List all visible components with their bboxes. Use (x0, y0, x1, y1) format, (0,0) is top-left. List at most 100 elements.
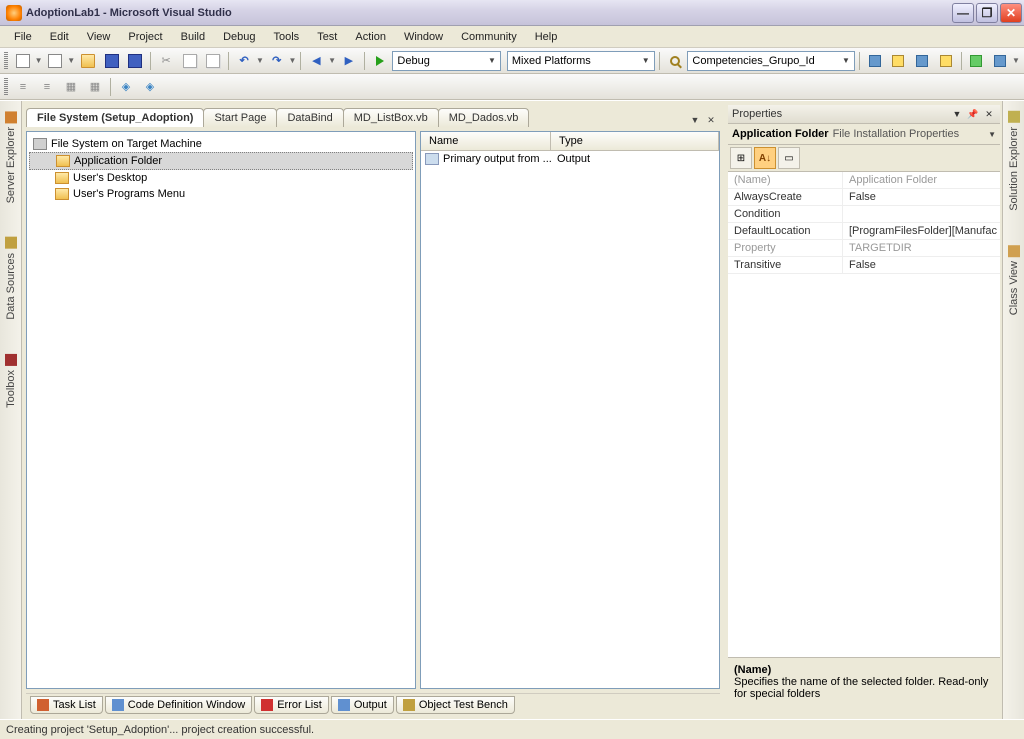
toolbar-main: ▼ ▼ ✂ ↶▼ ↷▼ ◀▼ ▶ Debug ▼ Mixed Platforms… (0, 48, 1024, 74)
doc-tab[interactable]: MD_Dados.vb (438, 108, 530, 127)
outdent-btn[interactable]: ≡ (36, 76, 58, 98)
doc-tab[interactable]: DataBind (276, 108, 343, 127)
property-row[interactable]: Condition (728, 206, 1000, 223)
tool-btn-f[interactable] (989, 50, 1011, 72)
tool-btn-e[interactable] (966, 50, 988, 72)
properties-grid[interactable]: (Name)Application FolderAlwaysCreateFals… (728, 172, 1000, 657)
redo-button[interactable]: ↷ (266, 50, 288, 72)
menu-tools[interactable]: Tools (266, 29, 308, 45)
paste-button[interactable] (203, 50, 225, 72)
maximize-button[interactable]: ❐ (976, 3, 998, 23)
new-project-button[interactable] (12, 50, 34, 72)
dock-tab-toolbox[interactable]: Toolbox (3, 348, 19, 414)
close-button[interactable]: ✕ (1000, 3, 1022, 23)
right-dock-strip: Solution Explorer Class View (1002, 101, 1024, 719)
copy-button[interactable] (179, 50, 201, 72)
filesystem-list-pane: Name Type Primary output from ...Output (420, 131, 720, 689)
property-pages-button[interactable]: ▭ (778, 147, 800, 169)
property-row[interactable]: DefaultLocation[ProgramFilesFolder][Manu… (728, 223, 1000, 240)
tree-item[interactable]: Application Folder (29, 152, 413, 170)
tab-icon (338, 699, 350, 711)
nav-fwd-button[interactable]: ▶ (338, 50, 360, 72)
bookmark-btn[interactable]: ◈ (115, 76, 137, 98)
app-icon (6, 5, 22, 21)
find-button[interactable] (664, 50, 686, 72)
tree-root[interactable]: File System on Target Machine (29, 136, 413, 152)
configuration-value: Debug (397, 55, 488, 67)
desc-name: (Name) (734, 664, 994, 676)
cut-button[interactable]: ✂ (155, 50, 177, 72)
tab-dropdown-icon[interactable]: ▼ (688, 113, 702, 127)
find-combo[interactable]: Competencies_Grupo_Id ▼ (687, 51, 855, 71)
tree-item[interactable]: User's Desktop (29, 170, 413, 186)
menubar: FileEditViewProjectBuildDebugToolsTestAc… (0, 26, 1024, 48)
bottom-tab-error-list[interactable]: Error List (254, 696, 329, 714)
menu-help[interactable]: Help (527, 29, 566, 45)
bottom-tab-task-list[interactable]: Task List (30, 696, 103, 714)
dock-tab-data-sources[interactable]: Data Sources (3, 231, 19, 326)
nav-back-button[interactable]: ◀ (305, 50, 327, 72)
tool-btn-c[interactable] (911, 50, 933, 72)
tool-btn-d[interactable] (935, 50, 957, 72)
categorized-button[interactable]: ⊞ (730, 147, 752, 169)
menu-window[interactable]: Window (396, 29, 451, 45)
list-item[interactable]: Primary output from ...Output (421, 151, 719, 167)
save-all-button[interactable] (125, 50, 147, 72)
output-icon (425, 153, 439, 165)
menu-community[interactable]: Community (453, 29, 525, 45)
menu-build[interactable]: Build (173, 29, 213, 45)
tool-btn-b[interactable] (888, 50, 910, 72)
property-row[interactable]: AlwaysCreateFalse (728, 189, 1000, 206)
search-icon (670, 56, 680, 66)
uncomment-btn[interactable]: ▦ (84, 76, 106, 98)
menu-action[interactable]: Action (347, 29, 394, 45)
column-header-type[interactable]: Type (551, 132, 719, 150)
panel-close-icon[interactable]: ✕ (982, 107, 996, 121)
start-button[interactable] (369, 50, 391, 72)
chevron-down-icon: ▼ (842, 56, 850, 65)
menu-debug[interactable]: Debug (215, 29, 263, 45)
add-item-button[interactable] (45, 50, 67, 72)
property-row[interactable]: TransitiveFalse (728, 257, 1000, 274)
property-object-selector[interactable]: Application Folder File Installation Pro… (728, 124, 1000, 145)
panel-pin-icon[interactable]: 📌 (966, 107, 980, 121)
dock-tab-server-explorer[interactable]: Server Explorer (3, 105, 19, 209)
dock-tab-solution-explorer[interactable]: Solution Explorer (1006, 105, 1022, 217)
bottom-tab-object-test-bench[interactable]: Object Test Bench (396, 696, 515, 714)
property-row[interactable]: PropertyTARGETDIR (728, 240, 1000, 257)
play-icon (376, 56, 384, 66)
bookmark2-btn[interactable]: ◈ (139, 76, 161, 98)
tree-item[interactable]: User's Programs Menu (29, 186, 413, 202)
platform-combo[interactable]: Mixed Platforms ▼ (507, 51, 655, 71)
window-buttons: — ❐ ✕ (952, 3, 1022, 23)
property-row[interactable]: (Name)Application Folder (728, 172, 1000, 189)
doc-tab[interactable]: MD_ListBox.vb (343, 108, 439, 127)
minimize-button[interactable]: — (952, 3, 974, 23)
toolbar-grip[interactable] (4, 78, 8, 96)
tab-icon (261, 699, 273, 711)
configuration-combo[interactable]: Debug ▼ (392, 51, 500, 71)
doc-tab[interactable]: Start Page (203, 108, 277, 127)
menu-edit[interactable]: Edit (42, 29, 77, 45)
doc-tab[interactable]: File System (Setup_Adoption) (26, 108, 204, 127)
save-button[interactable] (101, 50, 123, 72)
bottom-tab-code-definition-window[interactable]: Code Definition Window (105, 696, 252, 714)
folder-icon (55, 172, 69, 184)
menu-view[interactable]: View (79, 29, 119, 45)
bottom-tab-output[interactable]: Output (331, 696, 394, 714)
comment-btn[interactable]: ▦ (60, 76, 82, 98)
indent-btn[interactable]: ≡ (12, 76, 34, 98)
menu-file[interactable]: File (6, 29, 40, 45)
panel-dropdown-icon[interactable]: ▼ (950, 107, 964, 121)
undo-button[interactable]: ↶ (233, 50, 255, 72)
toolbar-grip[interactable] (4, 52, 8, 70)
alphabetical-button[interactable]: A↓ (754, 147, 776, 169)
menu-test[interactable]: Test (309, 29, 345, 45)
tab-close-icon[interactable]: ✕ (704, 113, 718, 127)
tool-btn-a[interactable] (864, 50, 886, 72)
dock-tab-class-view[interactable]: Class View (1006, 239, 1022, 321)
menu-project[interactable]: Project (120, 29, 170, 45)
platform-value: Mixed Platforms (512, 55, 642, 67)
column-header-name[interactable]: Name (421, 132, 551, 150)
open-button[interactable] (77, 50, 99, 72)
